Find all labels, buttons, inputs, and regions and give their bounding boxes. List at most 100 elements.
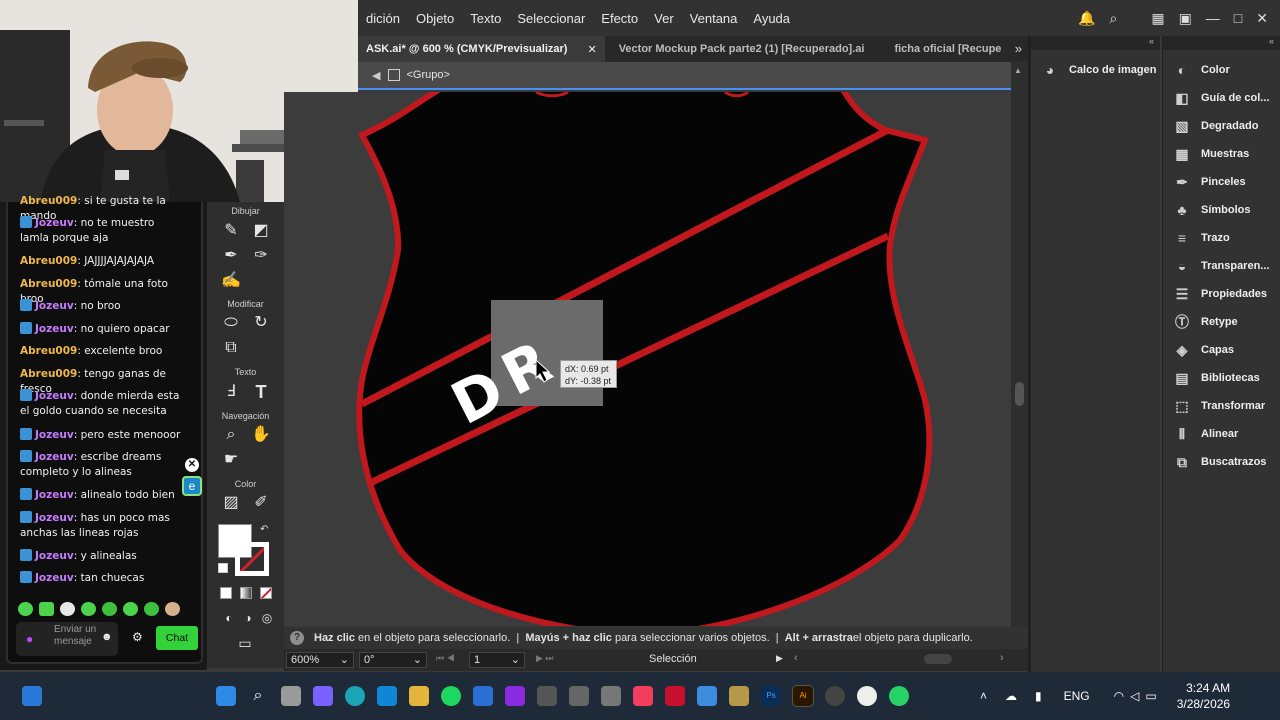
- panel-pinceles[interactable]: ✒ Pinceles: [1173, 168, 1246, 196]
- app-icon[interactable]: [537, 686, 557, 706]
- eyedropper-icon[interactable]: ✐: [250, 492, 272, 514]
- microphone-icon[interactable]: ▮: [1035, 689, 1042, 703]
- wifi-icon[interactable]: ◠: [1114, 689, 1124, 703]
- emote-icon[interactable]: [60, 602, 75, 616]
- battery-icon[interactable]: ▭: [1145, 689, 1156, 703]
- isolation-breadcrumb[interactable]: ◀ <Grupo>: [358, 62, 1011, 90]
- volume-icon[interactable]: ◁: [1130, 689, 1139, 703]
- help-icon[interactable]: ?: [290, 631, 304, 645]
- emote-icon[interactable]: [18, 602, 33, 616]
- stroke-swatch[interactable]: [235, 542, 269, 576]
- artboard-canvas[interactable]: D R dX: 0.69 pt dY: -0.38 pt: [284, 92, 1011, 626]
- type-on-path-icon[interactable]: Ⅎ: [220, 381, 242, 403]
- search-icon[interactable]: ⌕: [248, 686, 268, 706]
- brush-tool-icon[interactable]: ✒: [220, 245, 242, 267]
- emote-icon[interactable]: [102, 602, 117, 616]
- menu-efecto[interactable]: Efecto: [593, 11, 646, 26]
- close-tab-icon[interactable]: ✕: [587, 43, 596, 56]
- emoji-icon[interactable]: ☻: [101, 631, 113, 643]
- menu-ver[interactable]: Ver: [646, 11, 682, 26]
- defender-icon[interactable]: [473, 686, 493, 706]
- copilot-icon[interactable]: [313, 686, 333, 706]
- emote-icon[interactable]: [165, 602, 180, 616]
- artboard-select[interactable]: 1 ⌄: [469, 652, 525, 668]
- panel-color[interactable]: ◐ Color: [1173, 56, 1230, 84]
- panel-buscatrazos[interactable]: ⧉ Buscatrazos: [1173, 448, 1266, 476]
- panel-transformar[interactable]: ⬚ Transformar: [1173, 392, 1265, 420]
- gradient-tool-icon[interactable]: ▨: [220, 492, 242, 514]
- panel-calco-de-imagen[interactable]: ◕ Calco de imagen: [1041, 56, 1157, 84]
- chat-send-button[interactable]: Chat: [156, 626, 198, 650]
- start-menu-icon[interactable]: [216, 686, 236, 706]
- zoom-tool-icon[interactable]: ⌕: [220, 424, 242, 446]
- emote-icon[interactable]: [144, 602, 159, 616]
- panel-alinear[interactable]: ⫴ Alinear: [1173, 420, 1238, 448]
- notifications-icon[interactable]: 🔔: [1078, 10, 1095, 27]
- panel-retype[interactable]: Ⓣ Retype: [1173, 308, 1238, 336]
- obs-icon[interactable]: [825, 686, 845, 706]
- type-tool-icon[interactable]: T: [250, 381, 272, 403]
- hscroll-thumb[interactable]: [924, 654, 952, 664]
- chat-input[interactable]: ● Enviar un mensaje ☻: [16, 622, 118, 656]
- clock[interactable]: 3:24 AM 3/28/2026: [1177, 680, 1230, 712]
- rotation-select[interactable]: 0° ⌄: [359, 652, 427, 668]
- close-window-icon[interactable]: ✕: [1256, 10, 1268, 27]
- app-icon[interactable]: [857, 686, 877, 706]
- collapse-panel-icon[interactable]: «: [1163, 36, 1280, 50]
- app-icon[interactable]: [569, 686, 589, 706]
- emote-icon[interactable]: [81, 602, 96, 616]
- default-colors-icon[interactable]: [218, 563, 228, 573]
- edge-icon[interactable]: [345, 686, 365, 706]
- minimize-icon[interactable]: —: [1206, 10, 1220, 26]
- hscroll-left-icon[interactable]: ‹: [794, 652, 798, 664]
- hand-tool-icon[interactable]: ✋: [250, 424, 272, 446]
- chat-settings-icon[interactable]: ⚙: [132, 630, 143, 644]
- app-icon[interactable]: [601, 686, 621, 706]
- chat-extension-icon[interactable]: e: [182, 476, 202, 496]
- screen-mode-icon[interactable]: ▭: [234, 632, 256, 654]
- swap-colors-icon[interactable]: ↶: [260, 524, 268, 535]
- emote-icon[interactable]: [123, 602, 138, 616]
- panel-bibliotecas[interactable]: ▤ Bibliotecas: [1173, 364, 1259, 392]
- language-indicator[interactable]: ENG: [1064, 689, 1090, 703]
- panel-degradado[interactable]: ▧ Degradado: [1173, 112, 1258, 140]
- eraser-tool-icon[interactable]: ◩: [250, 220, 272, 242]
- pen-tool-icon[interactable]: ✑: [250, 245, 272, 267]
- music-icon[interactable]: [633, 686, 653, 706]
- chevron-up-icon[interactable]: ˄: [980, 689, 987, 703]
- fill-mode-none[interactable]: [260, 587, 272, 599]
- panel-capas[interactable]: ◈ Capas: [1173, 336, 1234, 364]
- fill-mode-gradient[interactable]: [240, 587, 252, 599]
- blob-brush-icon[interactable]: ✍: [220, 270, 242, 292]
- tab-document-2[interactable]: Vector Mockup Pack parte2 (1) [Recuperad…: [611, 36, 873, 62]
- illustrator-icon[interactable]: Ai: [792, 685, 814, 707]
- app-icon[interactable]: [505, 686, 525, 706]
- tool-menu-arrow-icon[interactable]: ▶: [776, 653, 783, 664]
- maximize-icon[interactable]: □: [1234, 10, 1242, 26]
- cloud-icon[interactable]: ☁: [1005, 689, 1017, 703]
- menu-objeto[interactable]: Objeto: [408, 11, 462, 26]
- panel-simbolos[interactable]: ♣ Símbolos: [1173, 196, 1250, 224]
- store-icon[interactable]: [377, 686, 397, 706]
- panel-trazo[interactable]: ≡ Trazo: [1173, 224, 1230, 252]
- microphone-icon[interactable]: ●: [26, 632, 33, 646]
- last-artboard-icon[interactable]: ▶ ⏭: [536, 653, 554, 664]
- menu-texto[interactable]: Texto: [462, 11, 509, 26]
- menu-ventana[interactable]: Ventana: [682, 11, 746, 26]
- rotate-tool-icon[interactable]: ↻: [250, 312, 272, 334]
- tab-active-document[interactable]: ASK.ai* @ 600 % (CMYK/Previsualizar) ✕: [358, 36, 605, 62]
- menu-edicion[interactable]: dición: [358, 11, 408, 26]
- whatsapp-icon[interactable]: [889, 686, 909, 706]
- app-icon[interactable]: [665, 686, 685, 706]
- emote-icon[interactable]: [39, 602, 54, 616]
- menu-seleccionar[interactable]: Seleccionar: [509, 11, 593, 26]
- panel-transparencia[interactable]: ◒ Transparen...: [1173, 252, 1270, 280]
- fill-mode-color[interactable]: [220, 587, 232, 599]
- chat-close-icon[interactable]: ✕: [185, 458, 199, 472]
- spotify-icon[interactable]: [441, 686, 461, 706]
- search-icon[interactable]: ⌕: [1109, 10, 1117, 27]
- workspace-icon[interactable]: ▣: [1179, 10, 1192, 27]
- panel-guia-de-color[interactable]: ◧ Guía de col...: [1173, 84, 1269, 112]
- first-artboard-icon[interactable]: ⏮ ◀: [436, 653, 455, 664]
- vertical-scrollbar[interactable]: ▲ ▼: [1011, 62, 1028, 652]
